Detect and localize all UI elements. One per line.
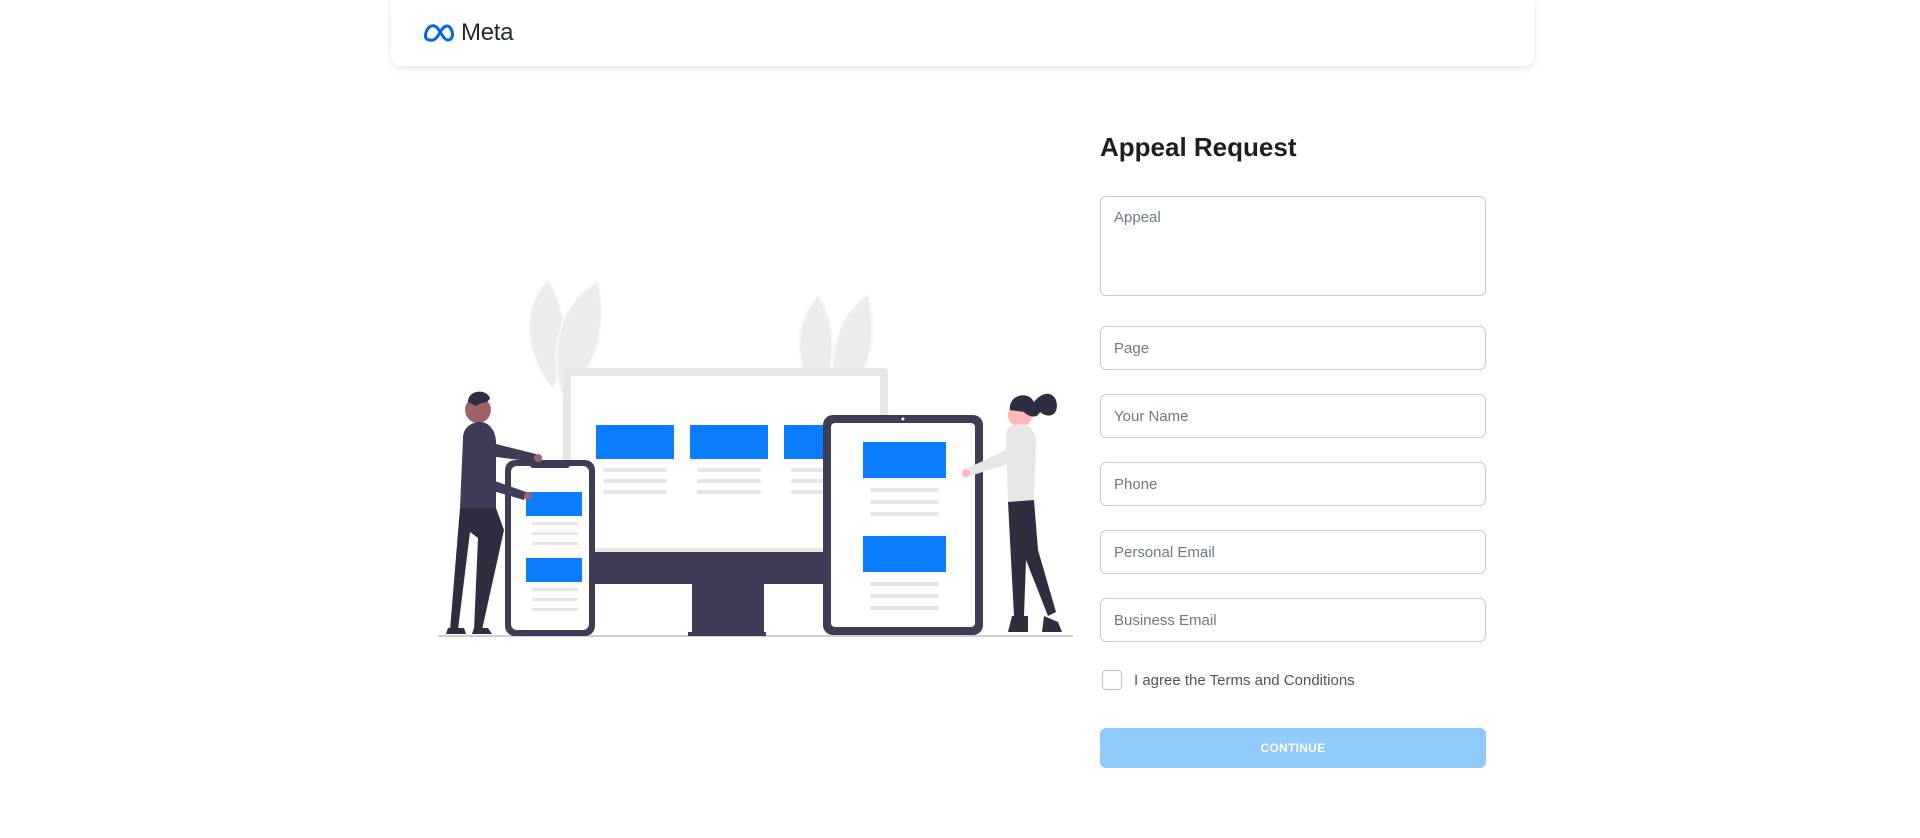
name-field[interactable] xyxy=(1100,394,1486,438)
meta-infinity-icon xyxy=(424,24,454,42)
personal-email-field[interactable] xyxy=(1100,530,1486,574)
appeal-field[interactable] xyxy=(1100,196,1486,296)
devices-illustration xyxy=(438,278,1073,637)
page-field[interactable] xyxy=(1100,326,1486,370)
meta-logo[interactable]: Meta xyxy=(423,19,514,46)
terms-checkbox[interactable] xyxy=(1102,670,1122,690)
business-email-field[interactable] xyxy=(1100,598,1486,642)
continue-button[interactable]: CONTINUE xyxy=(1100,728,1486,768)
terms-label: I agree the Terms and Conditions xyxy=(1134,671,1355,689)
phone-field[interactable] xyxy=(1100,462,1486,506)
terms-row[interactable]: I agree the Terms and Conditions xyxy=(1102,670,1355,690)
phone xyxy=(505,460,595,636)
brand-name: Meta xyxy=(461,19,514,46)
page-title: Appeal Request xyxy=(1100,132,1297,162)
top-header: Meta xyxy=(391,0,1534,66)
appeal-form: Appeal Request I agree the Terms and Con… xyxy=(1100,130,1486,768)
tablet xyxy=(823,415,983,635)
